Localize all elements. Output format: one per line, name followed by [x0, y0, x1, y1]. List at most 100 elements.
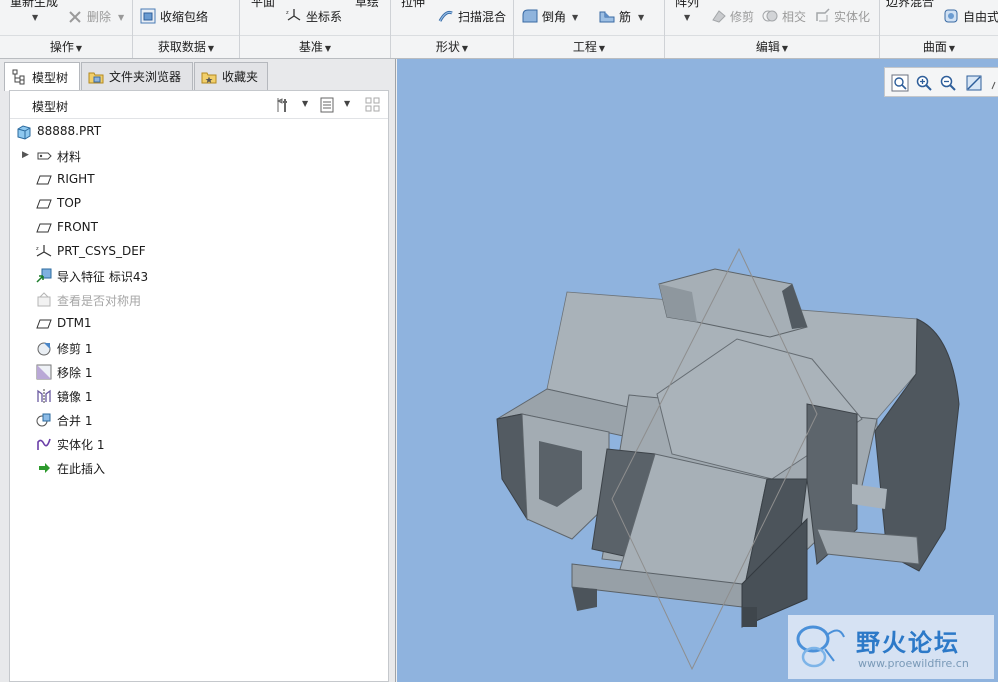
- expand-arrow-icon[interactable]: ▶: [22, 150, 29, 160]
- freestyle-button[interactable]: 自由式: [963, 10, 998, 24]
- tree-item-insert-here[interactable]: 在此插入: [10, 457, 388, 479]
- tab-favorites[interactable]: 收藏夹: [194, 62, 268, 90]
- csys-button[interactable]: 坐标系: [306, 10, 342, 24]
- group-label-engineering[interactable]: 工程 ▼: [514, 38, 664, 54]
- pattern-button[interactable]: 阵列: [675, 0, 699, 9]
- folder-browser-icon: [88, 72, 104, 83]
- merge-icon: [36, 413, 51, 427]
- model-tree-title: 模型树: [32, 100, 69, 114]
- group-operations: 重新生成 ▼ 删除 ▼ 操作 ▼: [0, 0, 133, 58]
- shrinkwrap-icon: [140, 8, 156, 24]
- zoom-in-icon[interactable]: [915, 74, 933, 92]
- group-label-get-data[interactable]: 获取数据 ▼: [133, 38, 239, 54]
- show-list-icon[interactable]: [319, 97, 335, 113]
- regenerate-dropdown[interactable]: ▼: [32, 13, 38, 22]
- rib-button[interactable]: 筋: [619, 10, 631, 24]
- sweep-blend-icon: [438, 10, 453, 22]
- ribbon: 重新生成 ▼ 删除 ▼ 操作 ▼ 收缩包络 获取数据 ▼ 平面 草绘 z 坐标系 基…: [0, 0, 998, 59]
- trim-icon: [712, 10, 726, 23]
- delete-button[interactable]: 删除: [87, 10, 111, 24]
- 3d-model-view[interactable]: [397, 59, 998, 682]
- group-label-shapes[interactable]: 形状 ▼: [391, 38, 513, 54]
- shrinkwrap-button[interactable]: 收缩包络: [160, 10, 208, 24]
- group-label-surfaces[interactable]: 曲面 ▼: [880, 38, 998, 54]
- delete-dropdown[interactable]: ▼: [118, 13, 124, 22]
- boundary-blend-button[interactable]: 边界混合: [886, 0, 934, 9]
- rib-icon: [599, 11, 615, 23]
- tree-settings-dropdown[interactable]: ▼: [302, 99, 308, 108]
- round-dropdown[interactable]: ▼: [572, 13, 578, 22]
- remove-icon: [36, 364, 52, 380]
- solidify-icon: [816, 8, 830, 22]
- round-button[interactable]: 倒角: [542, 10, 566, 24]
- navigator-panel: 模型树 文件夹浏览器 收藏夹 模型树 ▼ ▼ 88888.PRT ▶ 材料 RI…: [0, 59, 396, 682]
- extrude-button[interactable]: 拉伸: [401, 0, 425, 9]
- sketch-button[interactable]: 草绘: [355, 0, 379, 9]
- watermark-title: 野火论坛: [856, 629, 960, 657]
- tree-item-merge[interactable]: 合并 1: [10, 409, 388, 431]
- part-icon: [17, 125, 31, 140]
- group-get-data: 收缩包络 获取数据 ▼: [133, 0, 240, 58]
- group-editing: 阵列 ▼ 修剪 相交 实体化 编辑 ▼: [665, 0, 880, 58]
- favorites-icon: [201, 72, 217, 83]
- tree-item-mirror[interactable]: 镜像 1: [10, 385, 388, 407]
- datum-plane-icon: [36, 319, 52, 329]
- show-list-dropdown[interactable]: ▼: [344, 99, 350, 108]
- model-tree-header: 模型树 ▼ ▼: [10, 91, 388, 119]
- group-shapes: 拉伸 扫描混合 形状 ▼: [391, 0, 514, 58]
- tree-item-top[interactable]: TOP: [10, 193, 388, 215]
- tree-item-solidify[interactable]: 实体化 1: [10, 433, 388, 455]
- sweep-blend-button[interactable]: 扫描混合: [458, 10, 506, 24]
- svg-text:z: z: [36, 246, 39, 252]
- tab-model-tree[interactable]: 模型树: [4, 62, 80, 91]
- group-label-operations[interactable]: 操作 ▼: [0, 38, 132, 54]
- tree-item-part[interactable]: 88888.PRT: [10, 121, 388, 143]
- suppressed-feature-icon: [37, 292, 51, 307]
- graphics-viewport[interactable]: 野火论坛 www.proewildfire.cn: [397, 59, 998, 682]
- tab-folder-browser[interactable]: 文件夹浏览器: [81, 62, 193, 90]
- group-label-datum[interactable]: 基准 ▼: [240, 38, 390, 54]
- tree-item-right[interactable]: RIGHT: [10, 169, 388, 191]
- datum-plane-icon: [36, 199, 52, 209]
- delete-icon: [69, 11, 81, 23]
- datum-plane-icon: [36, 175, 52, 185]
- tree-item-trim[interactable]: 修剪 1: [10, 337, 388, 359]
- group-engineering: 倒角 ▼ 筋 ▼ 工程 ▼: [514, 0, 665, 58]
- trim-button[interactable]: 修剪: [730, 10, 754, 24]
- group-datum: 平面 草绘 z 坐标系 基准 ▼: [240, 0, 391, 58]
- freestyle-icon: [944, 9, 958, 23]
- tree-item-dtm1[interactable]: DTM1: [10, 313, 388, 335]
- watermark: 野火论坛 www.proewildfire.cn: [788, 615, 994, 679]
- refit-icon[interactable]: [891, 74, 909, 92]
- model-tree-icon: [12, 69, 25, 85]
- material-icon: [37, 152, 52, 160]
- tree-settings-icon[interactable]: [275, 97, 291, 113]
- tree-item-remove[interactable]: 移除 1: [10, 361, 388, 383]
- regenerate-button[interactable]: 重新生成: [10, 0, 58, 9]
- group-label-editing[interactable]: 编辑 ▼: [665, 38, 879, 54]
- import-feature-icon: [36, 268, 52, 283]
- trim-icon: [37, 342, 51, 356]
- pattern-dropdown[interactable]: ▼: [684, 13, 690, 22]
- tree-item-import-feature[interactable]: 导入特征 标识43: [10, 265, 388, 287]
- datum-plane-icon: [36, 223, 52, 233]
- tree-item-symmetry-check[interactable]: 查看是否对称用: [10, 289, 388, 311]
- solidify-button[interactable]: 实体化: [834, 10, 870, 24]
- csys-icon: z: [286, 9, 301, 21]
- view-options-icon[interactable]: [989, 74, 998, 92]
- intersect-icon: [762, 10, 778, 22]
- csys-icon: z: [36, 245, 52, 257]
- repaint-icon[interactable]: [965, 74, 983, 92]
- insert-here-icon: [39, 463, 50, 473]
- rib-dropdown[interactable]: ▼: [638, 13, 644, 22]
- intersect-button[interactable]: 相交: [782, 10, 806, 24]
- zoom-out-icon[interactable]: [939, 74, 957, 92]
- tree-item-front[interactable]: FRONT: [10, 217, 388, 239]
- tree-item-material[interactable]: ▶ 材料: [10, 145, 388, 167]
- tree-filter-icon[interactable]: [365, 97, 381, 113]
- tree-item-csys[interactable]: z PRT_CSYS_DEF: [10, 241, 388, 263]
- plane-button[interactable]: 平面: [251, 0, 275, 9]
- view-toolbar: [884, 67, 998, 97]
- group-surfaces: 边界混合 自由式 曲面 ▼: [880, 0, 998, 58]
- mirror-icon: [37, 389, 51, 403]
